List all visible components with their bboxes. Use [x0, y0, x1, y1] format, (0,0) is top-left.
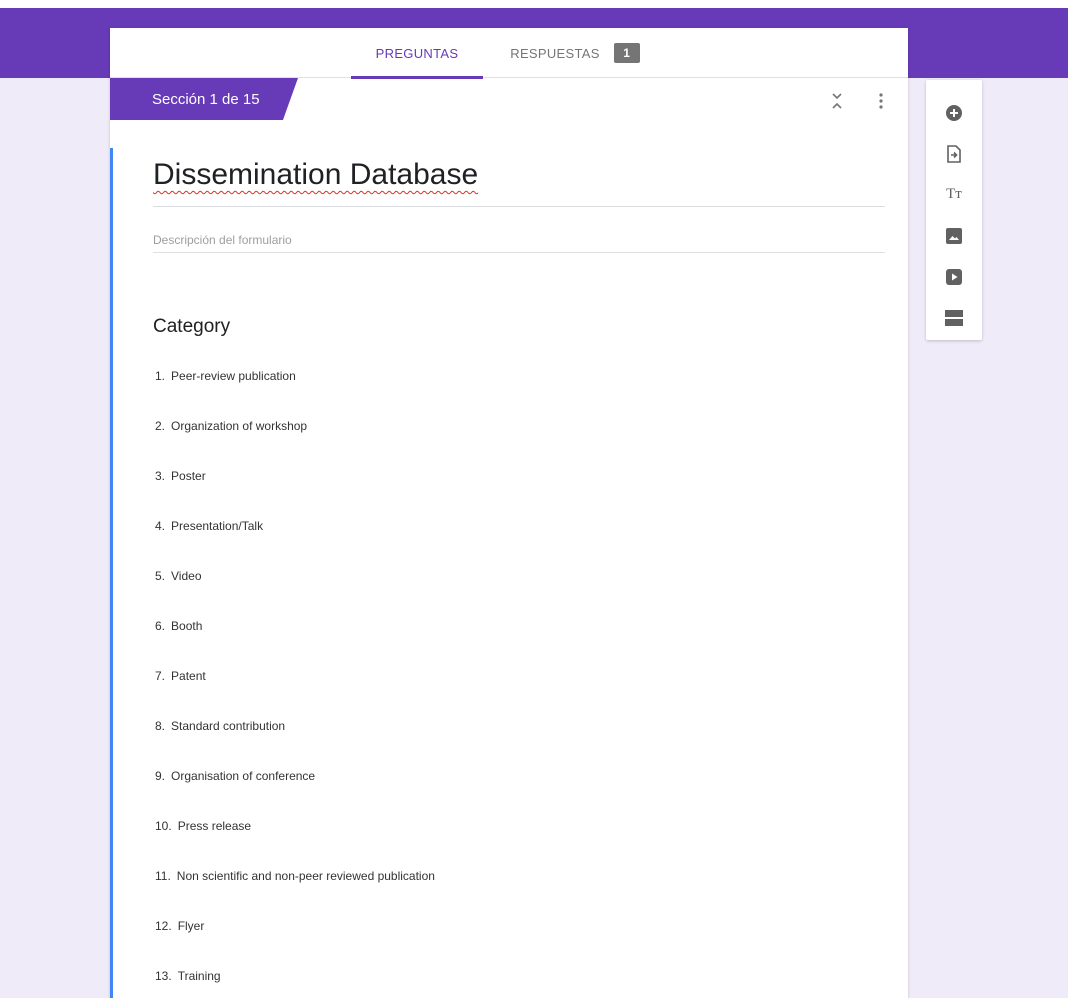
- tab-respuestas[interactable]: RESPUESTAS 1: [500, 28, 650, 78]
- option-number: 9.: [155, 769, 166, 783]
- form-card: PREGUNTAS RESPUESTAS 1 Sección 1 de 15 D…: [110, 28, 908, 998]
- option-label: Non scientific and non-peer reviewed pub…: [176, 869, 435, 883]
- import-questions-button[interactable]: [926, 133, 982, 174]
- floating-toolbar: Tт: [926, 80, 982, 340]
- tab-respuestas-label: RESPUESTAS: [510, 45, 600, 61]
- option-item[interactable]: 6. Booth: [155, 619, 875, 669]
- option-item[interactable]: 3. Poster: [155, 469, 875, 519]
- option-label: Presentation/Talk: [171, 519, 264, 533]
- title-underline: [153, 206, 885, 207]
- collapse-section-icon[interactable]: [826, 90, 848, 112]
- add-section-button[interactable]: [926, 297, 982, 338]
- add-title-button[interactable]: Tт: [926, 174, 982, 215]
- option-label: Press release: [177, 819, 252, 833]
- option-item[interactable]: 12. Flyer: [155, 919, 875, 969]
- focus-accent: [110, 148, 113, 998]
- add-question-icon: [946, 104, 962, 121]
- tab-preguntas-label: PREGUNTAS: [375, 45, 459, 61]
- option-number: 13.: [155, 969, 172, 983]
- option-item[interactable]: 4. Presentation/Talk: [155, 519, 875, 569]
- option-label: Training: [177, 969, 221, 983]
- tab-preguntas[interactable]: PREGUNTAS: [351, 28, 483, 79]
- add-image-button[interactable]: [926, 215, 982, 256]
- more-options-icon[interactable]: [870, 90, 892, 112]
- option-label: Flyer: [177, 919, 205, 933]
- option-label: Video: [171, 569, 202, 583]
- option-number: 7.: [155, 669, 166, 683]
- add-section-icon: [945, 309, 963, 326]
- option-item[interactable]: 11. Non scientific and non-peer reviewed …: [155, 869, 875, 919]
- form-description-field[interactable]: Descripción del formulario: [153, 233, 885, 247]
- option-label: Patent: [171, 669, 206, 683]
- option-label: Organisation of conference: [171, 769, 316, 783]
- add-image-icon: [946, 227, 962, 244]
- tab-bar: PREGUNTAS RESPUESTAS 1: [110, 28, 908, 79]
- add-video-icon: [946, 268, 962, 285]
- option-label: Booth: [171, 619, 203, 633]
- description-underline: [153, 252, 885, 253]
- option-label: Poster: [171, 469, 206, 483]
- option-item[interactable]: 5. Video: [155, 569, 875, 619]
- option-number: 4.: [155, 519, 166, 533]
- option-item[interactable]: 9. Organisation of conference: [155, 769, 875, 819]
- import-questions-icon: [947, 144, 961, 163]
- option-number: 8.: [155, 719, 166, 733]
- option-item[interactable]: 10. Press release: [155, 819, 875, 869]
- option-number: 1.: [155, 369, 166, 383]
- window-top-strip: [0, 0, 1068, 8]
- section-indicator: Sección 1 de 15: [110, 78, 298, 120]
- responses-count-badge: 1: [613, 43, 640, 63]
- option-list: 1. Peer-review publication 2. Organization…: [155, 369, 875, 998]
- option-number: 6.: [155, 619, 166, 633]
- form-title-field[interactable]: Dissemination Database: [153, 158, 885, 192]
- section-label: Sección 1 de 15: [152, 90, 260, 108]
- question-title[interactable]: Category: [153, 316, 230, 338]
- option-label: Organization of workshop: [171, 419, 308, 433]
- option-number: 5.: [155, 569, 166, 583]
- option-label: Standard contribution: [171, 719, 286, 733]
- option-item[interactable]: 7. Patent: [155, 669, 875, 719]
- option-number: 11.: [155, 869, 171, 883]
- option-item[interactable]: 13. Training: [155, 969, 875, 998]
- option-label: Peer-review publication: [171, 369, 296, 383]
- option-item[interactable]: 8. Standard contribution: [155, 719, 875, 769]
- option-number: 12.: [155, 919, 172, 933]
- section-actions: [826, 90, 892, 112]
- option-number: 2.: [155, 419, 166, 433]
- option-item[interactable]: 1. Peer-review publication: [155, 369, 875, 419]
- option-number: 3.: [155, 469, 166, 483]
- option-item[interactable]: 2. Organization of workshop: [155, 419, 875, 469]
- option-number: 10.: [155, 819, 172, 833]
- add-question-button[interactable]: [926, 92, 982, 133]
- add-title-icon: Tт: [946, 186, 962, 202]
- add-video-button[interactable]: [926, 256, 982, 297]
